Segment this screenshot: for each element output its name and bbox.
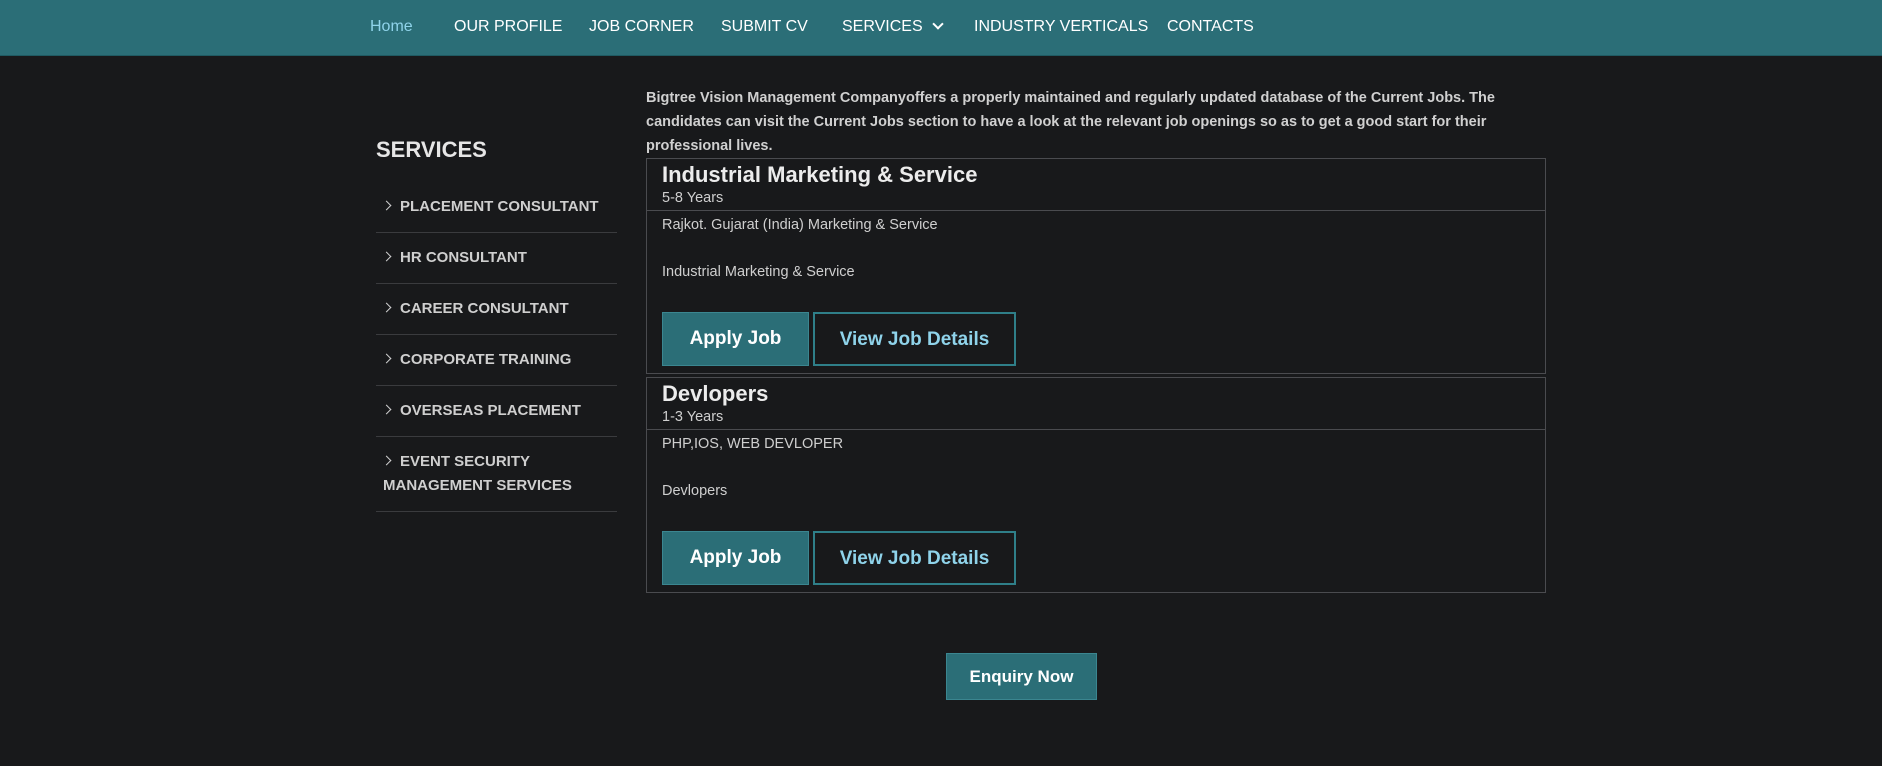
- apply-job-button[interactable]: Apply Job: [662, 312, 809, 366]
- sidebar-item-placement-consultant[interactable]: PLACEMENT CONSULTANT: [376, 182, 617, 233]
- job-description: Devlopers: [662, 483, 728, 499]
- services-sidebar: SERVICES PLACEMENT CONSULTANT HR CONSULT…: [376, 134, 617, 512]
- sidebar-item-label: PLACEMENT CONSULTANT: [400, 198, 599, 215]
- sidebar-item-label: CORPORATE TRAINING: [400, 351, 572, 368]
- job-card: Industrial Marketing & Service 5-8 Years…: [646, 158, 1546, 374]
- chevron-right-icon: [381, 200, 392, 211]
- nav-services[interactable]: SERVICES: [842, 17, 944, 37]
- nav-services-label: SERVICES: [842, 18, 923, 35]
- sidebar-item-hr-consultant[interactable]: HR CONSULTANT: [376, 233, 617, 284]
- sidebar-item-label: CAREER CONSULTANT: [400, 300, 569, 317]
- sidebar-item-corporate-training[interactable]: CORPORATE TRAINING: [376, 335, 617, 386]
- sidebar-item-label: EVENT SECURITY MANAGEMENT SERVICES: [383, 453, 572, 494]
- enquiry-now-button[interactable]: Enquiry Now: [946, 653, 1097, 700]
- nav-submit-cv[interactable]: SUBMIT CV: [721, 17, 808, 37]
- apply-job-button[interactable]: Apply Job: [662, 531, 809, 585]
- chevron-down-icon: [931, 18, 944, 30]
- sidebar-item-label: HR CONSULTANT: [400, 249, 527, 266]
- sidebar-item-label: OVERSEAS PLACEMENT: [400, 402, 581, 419]
- job-experience: 1-3 Years: [662, 409, 724, 425]
- nav-home[interactable]: Home: [370, 17, 413, 37]
- nav-industry-verticals[interactable]: INDUSTRY VERTICALS: [974, 17, 1148, 37]
- job-actions: Apply Job View Job Details: [662, 312, 1530, 366]
- job-actions: Apply Job View Job Details: [662, 531, 1530, 585]
- chevron-right-icon: [381, 455, 392, 466]
- job-location: PHP,IOS, WEB DEVLOPER: [662, 436, 844, 452]
- sidebar-item-overseas-placement[interactable]: OVERSEAS PLACEMENT: [376, 386, 617, 437]
- intro-text: Bigtree Vision Management Companyoffers …: [646, 90, 1495, 154]
- chevron-right-icon: [381, 251, 392, 262]
- view-job-details-button[interactable]: View Job Details: [813, 312, 1016, 366]
- top-navbar: Home OUR PROFILE JOB CORNER SUBMIT CV SE…: [0, 0, 1882, 56]
- nav-contacts[interactable]: CONTACTS: [1167, 17, 1254, 37]
- chevron-right-icon: [381, 353, 392, 364]
- nav-our-profile[interactable]: OUR PROFILE: [454, 17, 562, 37]
- job-title: Industrial Marketing & Service: [662, 162, 978, 187]
- job-card: Devlopers 1-3 Years PHP,IOS, WEB DEVLOPE…: [646, 377, 1546, 593]
- job-header: Industrial Marketing & Service 5-8 Years: [647, 159, 1545, 211]
- job-body: PHP,IOS, WEB DEVLOPER Devlopers Apply Jo…: [647, 430, 1545, 592]
- chevron-right-icon: [381, 404, 392, 415]
- sidebar-item-event-security[interactable]: EVENT SECURITY MANAGEMENT SERVICES: [376, 437, 617, 512]
- chevron-right-icon: [381, 302, 392, 313]
- job-location: Rajkot. Gujarat (India) Marketing & Serv…: [662, 217, 938, 233]
- job-header: Devlopers 1-3 Years: [647, 378, 1545, 430]
- job-title: Devlopers: [662, 381, 769, 406]
- sidebar-title: SERVICES: [376, 137, 487, 162]
- job-description: Industrial Marketing & Service: [662, 264, 855, 280]
- sidebar-item-career-consultant[interactable]: CAREER CONSULTANT: [376, 284, 617, 335]
- job-experience: 5-8 Years: [662, 190, 724, 206]
- view-job-details-button[interactable]: View Job Details: [813, 531, 1016, 585]
- job-body: Rajkot. Gujarat (India) Marketing & Serv…: [647, 211, 1545, 373]
- nav-job-corner[interactable]: JOB CORNER: [589, 17, 694, 37]
